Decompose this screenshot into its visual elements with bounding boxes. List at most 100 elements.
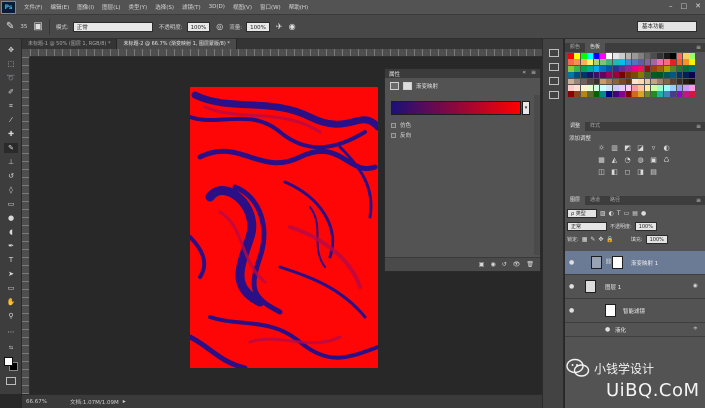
- color-swatch[interactable]: [580, 53, 587, 59]
- color-swatch[interactable]: [676, 65, 683, 72]
- color-swatch[interactable]: [689, 84, 696, 91]
- flow-field[interactable]: 100%: [246, 21, 270, 32]
- visibility-eye-icon[interactable]: ●: [569, 259, 574, 266]
- visibility-eye-icon[interactable]: ●: [605, 326, 610, 333]
- filter-options-icon[interactable]: ≑: [693, 326, 698, 332]
- color-swatch[interactable]: [587, 78, 593, 85]
- color-swatch[interactable]: [606, 91, 613, 98]
- color-swatch[interactable]: [683, 84, 689, 91]
- type-tool-icon[interactable]: T: [4, 255, 18, 265]
- color-swatch[interactable]: [670, 84, 677, 91]
- eyedropper-tool-icon[interactable]: ⁄: [4, 115, 18, 125]
- clip-to-layer-icon[interactable]: ▣: [479, 261, 485, 268]
- tab-document-2[interactable]: 未标题-2 @ 66.7% (渐变映射 1, 图层蒙版/8) *: [117, 39, 237, 49]
- color-swatch[interactable]: [574, 84, 581, 91]
- hand-tool-icon[interactable]: ✋: [4, 297, 18, 307]
- crop-tool-icon[interactable]: ⌗: [4, 101, 18, 111]
- color-swatch[interactable]: [657, 65, 664, 72]
- color-swatch[interactable]: [587, 59, 593, 66]
- delete-icon[interactable]: 🗑: [526, 261, 534, 268]
- airbrush-icon[interactable]: ✈: [276, 22, 283, 31]
- healing-tool-icon[interactable]: ✚: [4, 129, 18, 139]
- panel-menu-icon[interactable]: ≡: [696, 44, 701, 51]
- color-swatch[interactable]: [644, 91, 651, 98]
- adjustment-option-icon[interactable]: ◭: [610, 156, 619, 164]
- color-swatch[interactable]: [587, 84, 593, 91]
- adjustment-option-icon[interactable]: ◨: [636, 168, 645, 176]
- brush-tool-icon[interactable]: ✎: [4, 143, 18, 153]
- color-swatch[interactable]: [612, 91, 619, 98]
- edit-toolbar-icon[interactable]: ⋯: [4, 327, 18, 337]
- color-swatch[interactable]: [606, 53, 613, 59]
- color-swatch[interactable]: [663, 78, 670, 85]
- color-swatch[interactable]: [651, 59, 657, 66]
- mask-icon[interactable]: [403, 82, 412, 90]
- color-swatch[interactable]: [683, 59, 689, 66]
- color-swatch[interactable]: [568, 53, 574, 59]
- color-swatch[interactable]: [580, 84, 587, 91]
- filter-smart-icon[interactable]: ▤: [632, 210, 638, 217]
- color-swatch[interactable]: [574, 53, 581, 59]
- blend-mode-select[interactable]: 正常: [567, 222, 607, 231]
- color-swatch[interactable]: [574, 78, 581, 85]
- color-swatch[interactable]: [612, 78, 619, 85]
- tab-layers[interactable]: 图层: [565, 196, 586, 205]
- color-swatch[interactable]: [676, 72, 683, 78]
- menu-filter[interactable]: 滤镜(T): [182, 3, 201, 11]
- color-swatch[interactable]: [638, 91, 645, 98]
- menu-help[interactable]: 帮助(H): [289, 3, 308, 11]
- color-swatch[interactable]: [663, 84, 670, 91]
- color-swatch[interactable]: [631, 72, 638, 78]
- color-swatch[interactable]: [619, 53, 625, 59]
- layer-row-liquify[interactable]: ● 液化 ≑: [565, 323, 705, 337]
- color-swatch[interactable]: [606, 72, 613, 78]
- eraser-tool-icon[interactable]: ◊: [4, 185, 18, 195]
- color-swatch[interactable]: [587, 91, 593, 98]
- adjustment-option-icon[interactable]: ◫: [597, 168, 606, 176]
- adjustment-option-icon[interactable]: ▦: [597, 156, 606, 164]
- color-swatch[interactable]: [670, 78, 677, 85]
- pressure-size-icon[interactable]: ◉: [289, 22, 296, 31]
- tab-adjustments[interactable]: 调整: [565, 122, 586, 131]
- color-swatch[interactable]: [580, 78, 587, 85]
- color-swatch[interactable]: [593, 72, 600, 78]
- maximize-button[interactable]: □: [681, 2, 688, 10]
- color-swatch[interactable]: [638, 59, 645, 66]
- reverse-option[interactable]: 反向: [391, 131, 411, 139]
- color-swatch[interactable]: [587, 53, 593, 59]
- history-panel-icon[interactable]: [549, 49, 559, 57]
- adjustment-option-icon[interactable]: ♺: [662, 156, 671, 164]
- color-swatch[interactable]: [657, 53, 664, 59]
- dither-checkbox[interactable]: [391, 122, 396, 128]
- color-swatch[interactable]: [644, 59, 651, 66]
- color-swatch[interactable]: [587, 65, 593, 72]
- adjustment-option-icon[interactable]: ◐: [662, 144, 671, 152]
- color-swatch[interactable]: [612, 65, 619, 72]
- color-swatch[interactable]: [580, 65, 587, 72]
- properties-panel-header[interactable]: 属性 « ≡: [385, 69, 540, 78]
- color-swatch[interactable]: [599, 53, 606, 59]
- zoom-tool-icon[interactable]: ⚲: [4, 311, 18, 321]
- color-swatch[interactable]: [657, 72, 664, 78]
- color-swatch[interactable]: [689, 65, 696, 72]
- menu-select[interactable]: 选择(S): [155, 3, 174, 11]
- visibility-icon[interactable]: 👁: [513, 261, 521, 268]
- color-swatch[interactable]: [651, 72, 657, 78]
- filter-pixel-icon[interactable]: ▨: [600, 210, 606, 217]
- color-swatch[interactable]: [644, 84, 651, 91]
- properties-scrollbar[interactable]: [534, 95, 540, 255]
- color-swatch[interactable]: [631, 53, 638, 59]
- color-swatch[interactable]: [574, 59, 581, 66]
- lock-all-icon[interactable]: 🔒: [606, 236, 613, 243]
- reverse-checkbox[interactable]: [391, 132, 396, 138]
- menu-type[interactable]: 类型(Y): [129, 3, 148, 11]
- color-swatch[interactable]: [663, 91, 670, 98]
- color-swatch[interactable]: [593, 78, 600, 85]
- lock-position-icon[interactable]: ✥: [598, 236, 603, 243]
- adjustment-option-icon[interactable]: ◍: [636, 156, 645, 164]
- brush-tool-icon[interactable]: ✎: [6, 21, 14, 32]
- color-swatch[interactable]: [663, 65, 670, 72]
- brush-size[interactable]: 35: [20, 24, 27, 30]
- vertical-ruler[interactable]: [22, 57, 30, 394]
- close-button[interactable]: ✕: [695, 2, 701, 10]
